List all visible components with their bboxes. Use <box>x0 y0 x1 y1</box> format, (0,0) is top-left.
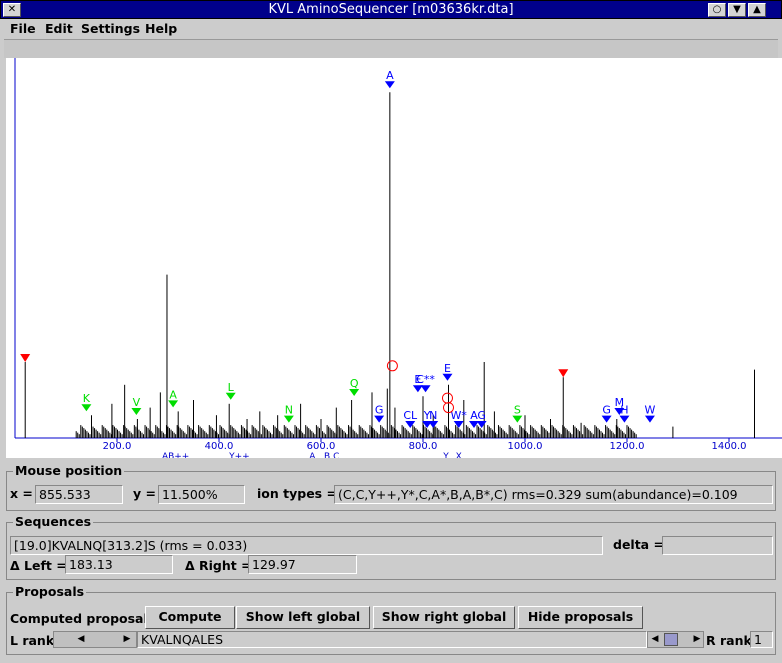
ion-label: Y++ <box>228 452 250 458</box>
ion-marker-label: Q <box>350 377 359 390</box>
ion-marker-label: G <box>477 409 486 422</box>
delta-field[interactable] <box>662 536 773 555</box>
ion-marker-label: W <box>645 404 656 417</box>
delta-right-field[interactable]: 129.97 <box>248 555 357 574</box>
r-scroll-left-icon[interactable]: ◀ <box>648 632 662 647</box>
delta-label: delta = <box>613 537 664 552</box>
ion-marker <box>81 404 92 412</box>
r-rank-scrollbar[interactable]: ◀ ▶ <box>647 631 704 648</box>
scroll-thumb[interactable] <box>664 633 678 646</box>
x-tick-label: 200.0 <box>103 441 132 452</box>
maximize-icon[interactable]: ▲ <box>748 3 766 17</box>
precursor-marker <box>20 354 31 362</box>
x-tick-label: 1200.0 <box>610 441 645 452</box>
window-titlebar[interactable]: ✕ KVL AminoSequencer [m03636kr.dta] ○ ▼ … <box>0 0 782 19</box>
mouse-position-panel: Mouse position x = 855.533 y = 11.500% i… <box>6 463 776 511</box>
delta-left-label: Δ Left = <box>10 558 67 573</box>
x-tick-label: 800.0 <box>409 441 438 452</box>
ion-marker <box>512 415 523 423</box>
ion-marker-label: V <box>133 396 141 409</box>
ion-marker <box>349 389 360 396</box>
x-tick-label: 600.0 <box>307 441 336 452</box>
ion-marker <box>644 415 655 423</box>
ion-marker-label: S <box>514 404 521 417</box>
ion-marker-label: N <box>285 404 293 417</box>
hide-proposals-button[interactable]: Hide proposals <box>518 606 643 629</box>
menu-settings[interactable]: Settings <box>81 21 140 36</box>
x-field[interactable]: 855.533 <box>35 485 123 504</box>
ion-marker <box>601 415 612 423</box>
window-title: KVL AminoSequencer [m03636kr.dta] <box>268 2 514 17</box>
delta-right-label: Δ Right = <box>185 558 252 573</box>
proposal-field[interactable]: KVALNQALES <box>137 631 647 648</box>
precursor-marker <box>558 369 569 378</box>
r-scroll-right-icon[interactable]: ▶ <box>690 632 704 647</box>
y-field[interactable]: 11.500% <box>158 485 245 504</box>
proposals-panel: Proposals Computed proposals: Compute Sh… <box>6 584 776 655</box>
sequence-field[interactable]: [19.0]KVALNQ[313.2]S (rms = 0.033) <box>10 536 603 555</box>
menu-file[interactable]: File <box>10 21 36 36</box>
ion-label: X <box>456 452 462 458</box>
x-tick-label: 1400.0 <box>712 441 747 452</box>
toolbar-strip <box>4 39 778 58</box>
show-right-global-button[interactable]: Show right global <box>373 606 515 629</box>
menu-bar: File Edit Settings Help <box>0 19 782 39</box>
ion-label: B <box>324 452 330 458</box>
l-rank-label: L rank: <box>10 633 60 648</box>
mouse-position-title: Mouse position <box>13 463 125 478</box>
ion-marker <box>283 415 294 423</box>
delta-left-field[interactable]: 183.13 <box>65 555 173 574</box>
spectrum-plot[interactable]: 200.0 400.0 600.0 800.0 1000.0 1200.0 1400.0 AB… <box>6 58 782 458</box>
ion-marker-label: W* <box>451 409 468 422</box>
minimize-icon[interactable]: ○ <box>708 3 726 17</box>
ion-label: C <box>333 452 339 458</box>
ion-marker-label: H <box>620 404 628 417</box>
match-circle <box>441 392 453 404</box>
match-circle <box>386 360 398 372</box>
y-label: y = <box>133 486 156 501</box>
ion-marker-label: L <box>228 381 235 394</box>
ion-marker-label: E <box>414 373 421 386</box>
r-rank-field[interactable]: 1 <box>750 631 773 648</box>
ion-marker <box>131 408 142 415</box>
ion-marker-label: N <box>429 409 437 422</box>
scroll-right-icon[interactable]: ▶ <box>120 632 134 647</box>
spectrum-chart[interactable]: 200.0 400.0 600.0 800.0 1000.0 1200.0 1400.0AB… <box>6 58 782 458</box>
menu-help[interactable]: Help <box>145 21 177 36</box>
shade-icon[interactable]: ▼ <box>728 3 746 17</box>
l-rank-scrollbar[interactable]: ◀ ▶ <box>53 631 137 648</box>
ion-marker <box>225 392 236 400</box>
ion-marker <box>168 400 179 408</box>
ion-label: A <box>309 452 316 458</box>
ion-marker <box>428 421 439 428</box>
scroll-left-icon[interactable]: ◀ <box>74 632 88 647</box>
proposals-title: Proposals <box>13 584 87 599</box>
ion-marker-label: A <box>169 388 177 401</box>
ion-marker <box>619 415 630 423</box>
ion-label: AB++ <box>162 452 189 458</box>
ion-marker <box>384 81 395 89</box>
ion-marker-label: G <box>375 404 384 417</box>
ion-marker <box>442 373 453 381</box>
ion-types-field[interactable]: (C,C,Y++,Y*,C,A*,B,A,B*,C) rms=0.329 sum… <box>334 485 773 504</box>
sequences-title: Sequences <box>13 514 94 529</box>
sequences-panel: Sequences [19.0]KVALNQ[313.2]S (rms = 0.… <box>6 514 776 580</box>
ion-marker-label: CL <box>403 409 418 422</box>
ion-marker-label: K <box>83 392 91 405</box>
ion-types-label: ion types = <box>257 486 337 501</box>
ion-marker-label: G <box>602 404 611 417</box>
ion-marker-label: A <box>386 69 394 82</box>
x-label: x = <box>10 486 33 501</box>
x-tick-label: 400.0 <box>205 441 234 452</box>
x-tick-label: 1000.0 <box>508 441 543 452</box>
ion-marker <box>412 385 423 393</box>
ion-marker <box>405 421 416 428</box>
ion-marker-label: E <box>444 362 451 375</box>
menu-edit[interactable]: Edit <box>45 21 73 36</box>
show-left-global-button[interactable]: Show left global <box>236 606 370 629</box>
ion-marker <box>374 415 385 423</box>
computed-proposals-label: Computed proposals: <box>10 611 161 626</box>
compute-button[interactable]: Compute <box>145 606 235 629</box>
ion-label: Y <box>442 452 449 458</box>
